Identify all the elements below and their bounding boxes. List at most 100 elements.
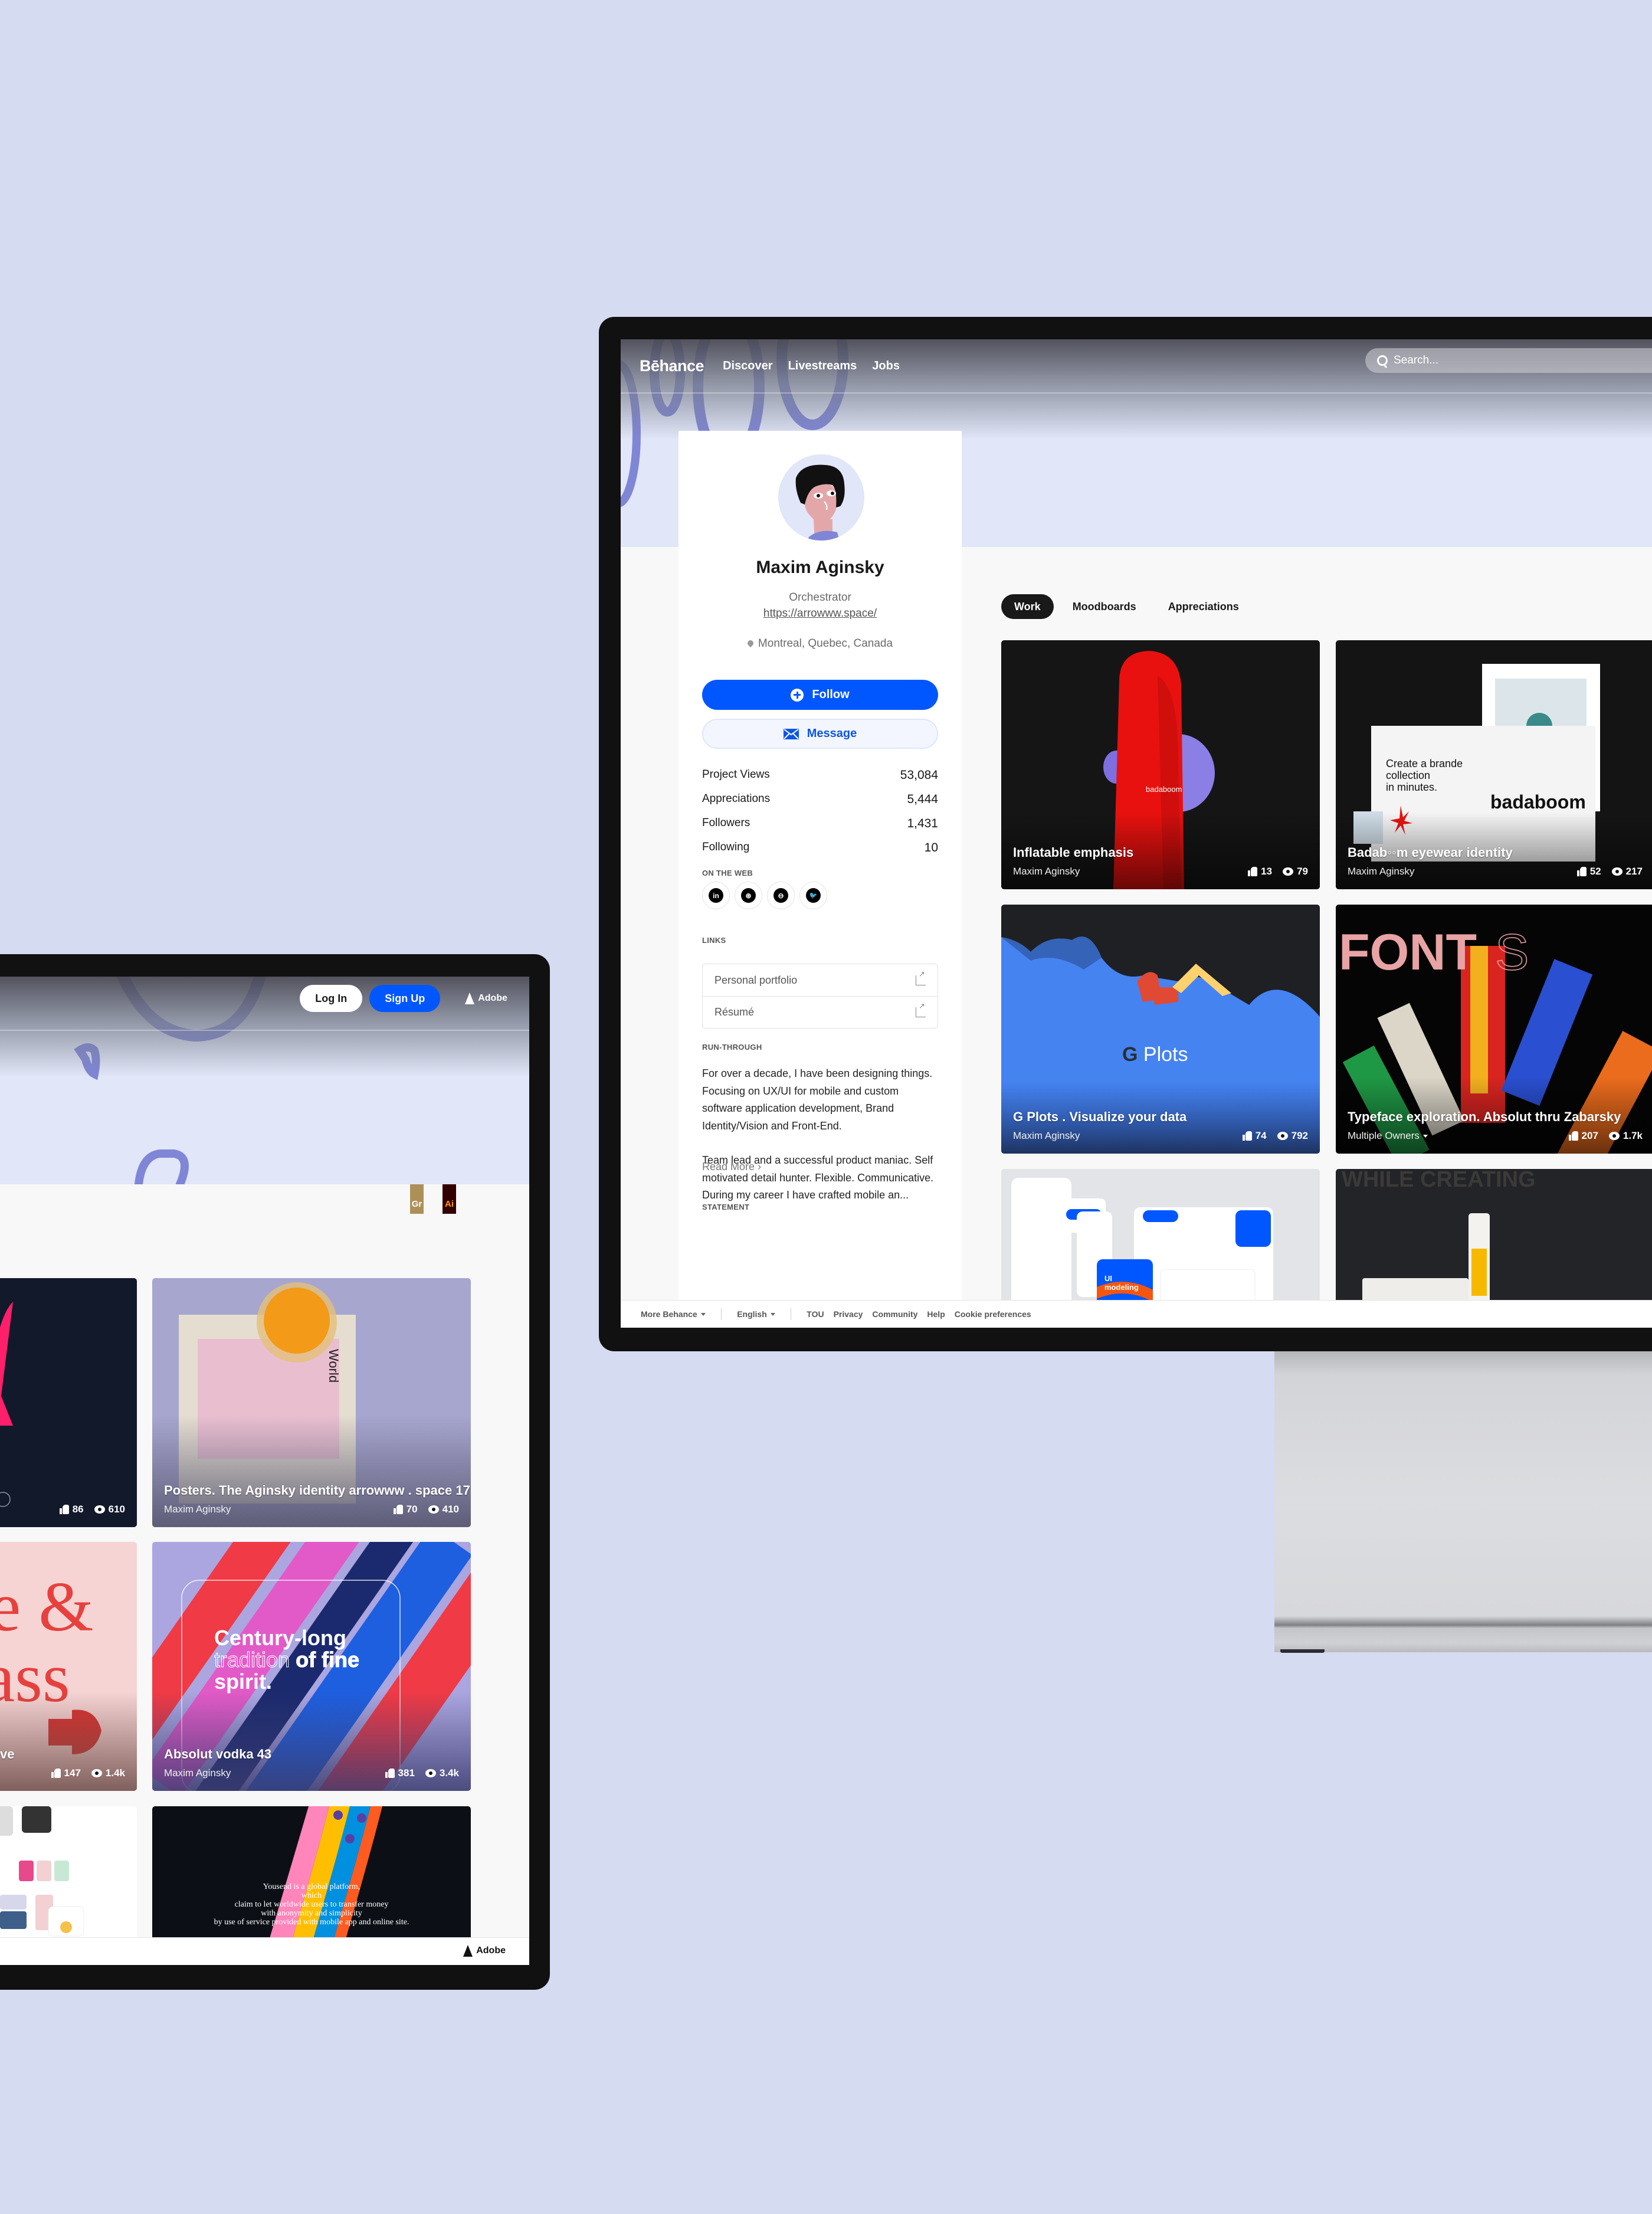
project-title: Absolut vodka 43 [164, 1747, 272, 1761]
adobe-link[interactable]: Adobe [463, 1945, 506, 1957]
tab-work[interactable]: Work [1001, 594, 1054, 619]
views-count: 79 [1297, 866, 1308, 877]
project-title: Badab◦◦m eyewear identity [1348, 845, 1513, 860]
project-owner[interactable]: Maxim Aginsky [1013, 1130, 1080, 1142]
project-card[interactable]: World Posters. The Aginsky identity arro… [152, 1278, 471, 1527]
appreciate-icon [1248, 867, 1258, 876]
nav-discover[interactable]: Discover [723, 359, 773, 373]
nav-jobs[interactable]: Jobs [872, 359, 900, 373]
bio-paragraph: For over a decade, I have been designing… [702, 1067, 933, 1132]
project-card[interactable]: Century-long tradition of fine spirit. A… [152, 1542, 471, 1791]
twitter-icon: 🐦 [806, 888, 821, 903]
linkedin-button[interactable]: in [702, 882, 730, 909]
nav-livestreams[interactable]: Livestreams [788, 359, 857, 373]
likes-count: 147 [64, 1767, 81, 1779]
stat-row[interactable]: Appreciations 5,444 [702, 792, 938, 817]
right-monitor-screen: Bēhance Discover Livestreams Jobs Search… [621, 339, 1652, 1328]
project-stats: 52 217 [1576, 866, 1643, 877]
stat-row[interactable]: Following 10 [702, 841, 938, 865]
link-resume[interactable]: Résumé [703, 996, 938, 1028]
links-heading: LINKS [702, 936, 726, 945]
behance-logo[interactable]: Bēhance [640, 357, 704, 375]
profile-website-link[interactable]: https://arrowww.space/ [678, 607, 962, 620]
plus-circle-icon [791, 688, 804, 702]
profile-stats: Project Views 53,084 Appreciations 5,444 F… [702, 768, 938, 865]
follow-button[interactable]: Follow [702, 680, 938, 710]
tab-moodboards[interactable]: Moodboards [1060, 594, 1149, 619]
project-owner[interactable]: Maxim Aginsky [1013, 866, 1080, 877]
badge-ai[interactable]: Ai [442, 1184, 456, 1214]
stat-label: Appreciations [702, 792, 771, 805]
statement-heading: STATEMENT [702, 1203, 750, 1211]
badge-gr[interactable]: Gr [410, 1184, 424, 1214]
svg-text:by use of service provided wit: by use of service provided with mobile a… [214, 1918, 409, 1927]
views-count: 217 [1625, 866, 1643, 877]
views-icon [94, 1505, 105, 1514]
signup-button[interactable]: Sign Up [369, 985, 441, 1012]
likes-count: 381 [398, 1767, 415, 1779]
chevron-down-icon [1422, 1135, 1428, 1140]
project-card[interactable]: e & ass ve 147 1.4k [0, 1542, 137, 1791]
views-count: 1.7k [1622, 1130, 1643, 1141]
profile-links: Personal portfolio Résumé [702, 964, 938, 1029]
footer-link-help[interactable]: Help [927, 1309, 945, 1319]
search-placeholder: Search... [1394, 354, 1439, 366]
monitor-stand [1274, 1351, 1652, 1652]
project-owner[interactable]: Maxim Aginsky [1348, 866, 1414, 877]
language-select[interactable]: English [737, 1309, 775, 1319]
profile-tabs: Work Moodboards Appreciations [1001, 594, 1252, 619]
read-more-label: Read More [702, 1161, 755, 1172]
avatar[interactable] [778, 454, 864, 541]
appreciate-icon [51, 1768, 61, 1778]
left-monitor-screen: Log In Sign Up Adobe Gr Ai 86 610 World [0, 977, 529, 1965]
views-icon [425, 1769, 436, 1777]
project-card[interactable]: G Plots G Plots . Visualize your data Ma… [1001, 905, 1320, 1154]
project-cover: e & ass [0, 1542, 137, 1791]
footer-link-privacy[interactable]: Privacy [834, 1309, 863, 1319]
cargo-button[interactable]: ⊖ [767, 882, 795, 909]
project-owner[interactable]: Maxim Aginsky [164, 1504, 231, 1515]
project-card[interactable]: FONT S Typeface exploration. Absolut thr… [1336, 905, 1652, 1154]
external-link-icon [916, 1001, 926, 1017]
adobe-link[interactable]: Adobe [465, 993, 507, 1004]
footer-link-community[interactable]: Community [872, 1309, 917, 1319]
stat-label: Following [702, 841, 750, 853]
project-card[interactable]: badaboom Inflatable emphasis Maxim Agins… [1001, 640, 1320, 889]
project-owner[interactable]: Maxim Aginsky [164, 1767, 231, 1779]
cargo-icon: ⊖ [773, 888, 788, 903]
twitter-button[interactable]: 🐦 [799, 882, 827, 909]
login-button[interactable]: Log In [300, 985, 363, 1012]
chevron-down-icon [770, 1313, 775, 1318]
stat-value: 10 [924, 841, 938, 854]
dribbble-button[interactable]: ⊛ [735, 882, 762, 909]
link-label: Résumé [714, 1006, 755, 1018]
project-title: Posters. The Aginsky identity arrowww . … [164, 1483, 470, 1498]
appreciate-icon [393, 1505, 403, 1514]
footer-link-tou[interactable]: TOU [807, 1309, 824, 1319]
more-behance-menu[interactable]: More Behance [641, 1309, 706, 1319]
adobe-label: Adobe [478, 993, 507, 1003]
linkedin-icon: in [709, 888, 723, 903]
views-icon [1283, 867, 1294, 876]
svg-text:S: S [1495, 924, 1529, 981]
svg-text:collection: collection [1386, 769, 1430, 781]
search-input[interactable]: Search... [1365, 348, 1652, 373]
stat-row[interactable]: Project Views 53,084 [702, 768, 938, 792]
message-label: Message [807, 727, 857, 740]
views-icon [91, 1769, 102, 1777]
svg-text:with anonymity and simplicity: with anonymity and simplicity [261, 1909, 362, 1918]
tab-appreciations[interactable]: Appreciations [1155, 594, 1252, 619]
project-card[interactable]: 86 610 [0, 1278, 137, 1527]
message-button[interactable]: Message [702, 719, 938, 749]
link-personal-portfolio[interactable]: Personal portfolio [703, 964, 938, 996]
read-more-link[interactable]: Read More › [702, 1161, 761, 1173]
adobe-label: Adobe [476, 1946, 506, 1956]
project-owner[interactable]: Multiple Owners [1348, 1130, 1428, 1142]
views-icon [428, 1505, 439, 1514]
project-card[interactable]: Create a brande collection in minutes. b… [1336, 640, 1652, 889]
footer-link-cookie-preferences[interactable]: Cookie preferences [955, 1309, 1031, 1319]
stat-row[interactable]: Followers 1,431 [702, 817, 938, 841]
bio-paragraph: Team lead and a successful product mania… [702, 1154, 934, 1201]
project-title: ve [0, 1747, 15, 1761]
project-cover [0, 1302, 13, 1507]
